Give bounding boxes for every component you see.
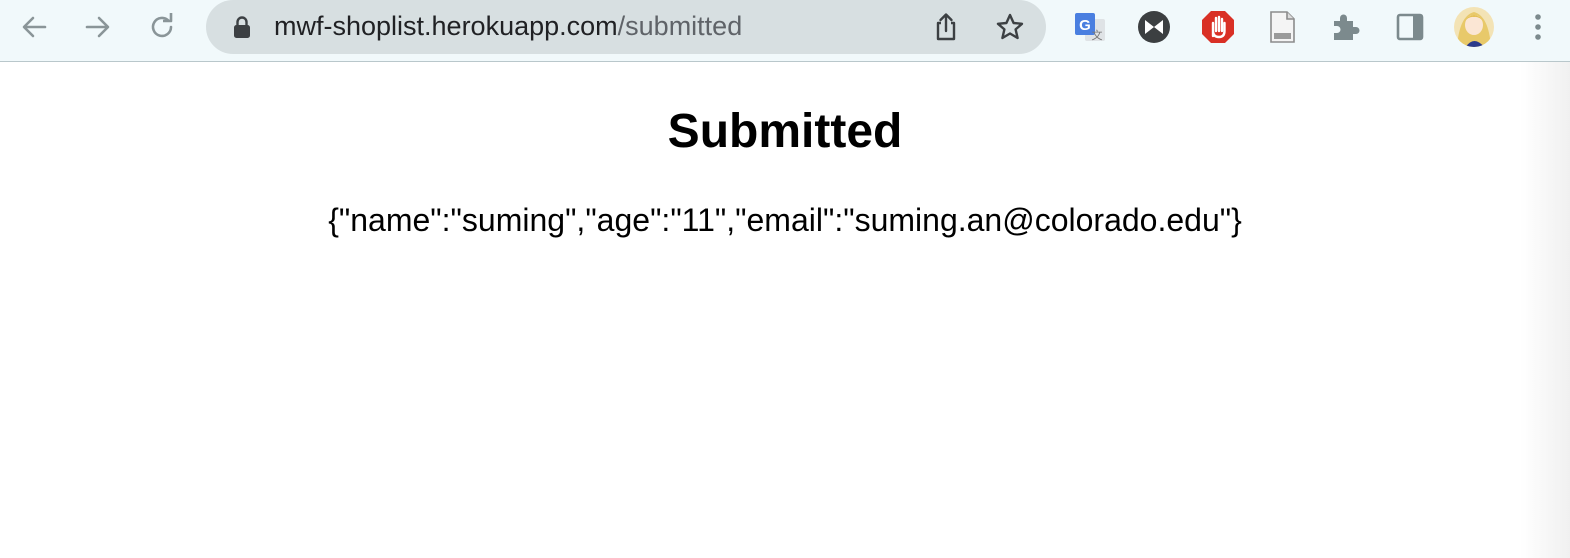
puzzle-icon xyxy=(1334,14,1360,40)
submitted-json-output: {"name":"suming","age":"11","email":"sum… xyxy=(328,202,1242,238)
adblock-extension[interactable] xyxy=(1196,5,1240,49)
browser-toolbar: mwf-shoplist.herokuapp.com/submitted G 文 xyxy=(0,0,1570,62)
star-icon xyxy=(996,13,1024,40)
google-translate-icon: G 文 xyxy=(1075,13,1105,42)
lock-icon[interactable] xyxy=(230,14,254,40)
avatar xyxy=(1454,7,1494,47)
url-host: mwf-shoplist.herokuapp.com xyxy=(274,11,618,41)
side-panel-button[interactable] xyxy=(1388,5,1432,49)
document-icon xyxy=(1270,11,1295,43)
extensions-button[interactable] xyxy=(1324,5,1368,49)
arrow-right-icon xyxy=(85,16,110,38)
share-icon xyxy=(936,13,956,41)
more-vert-icon xyxy=(1535,14,1541,40)
google-translate-extension[interactable]: G 文 xyxy=(1068,5,1112,49)
scrollbar-shadow xyxy=(1520,62,1570,558)
page-content: Submitted {"name":"suming","age":"11","e… xyxy=(0,62,1570,558)
bowtie-extension-icon xyxy=(1138,11,1170,43)
page-title: Submitted xyxy=(667,105,903,158)
address-bar[interactable]: mwf-shoplist.herokuapp.com/submitted xyxy=(206,0,1046,54)
reload-icon xyxy=(151,13,173,38)
chrome-menu-button[interactable] xyxy=(1516,5,1560,49)
reload-button[interactable] xyxy=(142,7,182,47)
document-extension[interactable] xyxy=(1260,5,1304,49)
profile-avatar-button[interactable] xyxy=(1452,5,1496,49)
url-path: /submitted xyxy=(617,11,743,41)
forward-button[interactable] xyxy=(78,7,118,47)
share-button[interactable] xyxy=(926,7,966,47)
back-button[interactable] xyxy=(14,7,54,47)
svg-text:G: G xyxy=(1079,17,1091,34)
bowtie-extension[interactable] xyxy=(1132,5,1176,49)
svg-text:文: 文 xyxy=(1092,28,1103,42)
url-text[interactable]: mwf-shoplist.herokuapp.com/submitted xyxy=(274,10,742,42)
bookmark-star-button[interactable] xyxy=(990,7,1030,47)
adblock-icon xyxy=(1202,11,1234,43)
side-panel-icon xyxy=(1396,13,1424,41)
arrow-left-icon xyxy=(22,16,47,38)
